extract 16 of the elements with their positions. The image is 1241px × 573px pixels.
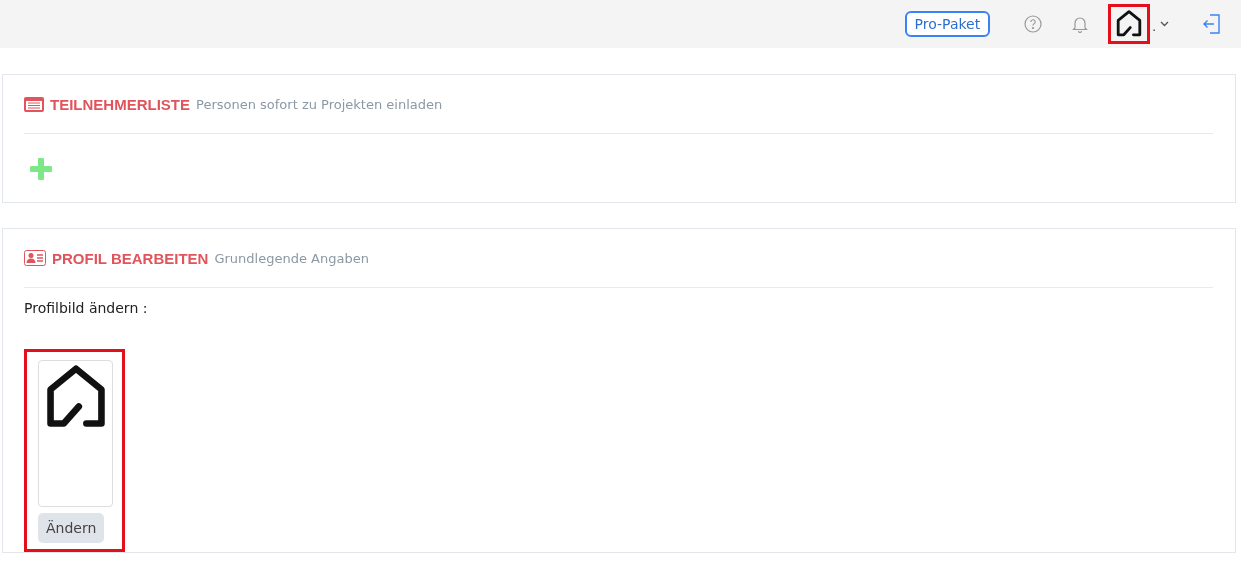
user-name: . — [1152, 20, 1156, 36]
panel-subtitle: Grundlegende Angaben — [214, 250, 369, 266]
id-card-icon — [24, 250, 46, 266]
list-icon — [24, 96, 44, 112]
logout-icon[interactable] — [1203, 14, 1221, 34]
avatar-button[interactable] — [1108, 4, 1151, 44]
panel-title: TEILNEHMERLISTE — [50, 95, 190, 113]
help-icon[interactable] — [1024, 15, 1043, 33]
plan-button[interactable]: Pro-Paket — [904, 11, 991, 37]
panel-title: PROFIL BEARBEITEN — [52, 249, 209, 267]
house-logo-icon — [1115, 10, 1144, 38]
change-button[interactable]: Ändern — [38, 513, 105, 543]
bell-icon[interactable] — [1072, 15, 1089, 33]
picture-label: Profilbild ändern : — [24, 300, 149, 316]
panel-subtitle: Personen sofort zu Projekten einladen — [196, 96, 443, 112]
caret-icon[interactable] — [1160, 21, 1169, 27]
